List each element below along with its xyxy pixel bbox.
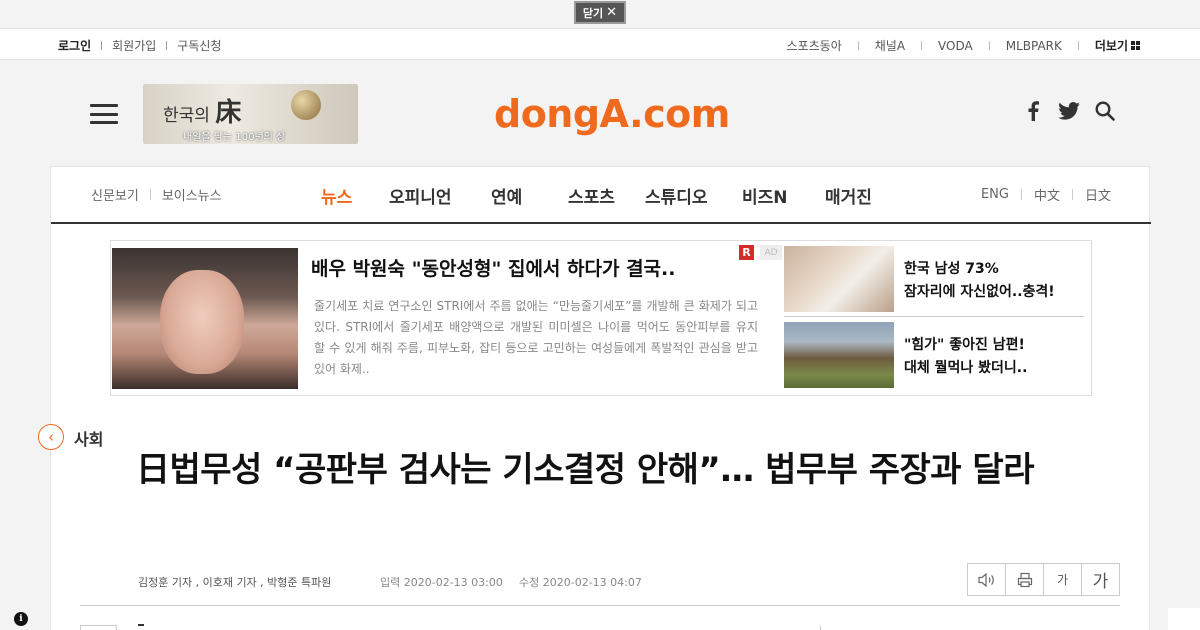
speaker-icon[interactable] — [968, 564, 1006, 595]
ad-side-line1: "힘가" 좋아진 남편! — [904, 337, 1025, 353]
ad-side-item[interactable]: "힘가" 좋아진 남편! 대체 뭘먹나 봤더니.. — [784, 322, 1084, 388]
nav-tab-entertainment[interactable]: 연예 — [491, 183, 522, 208]
side-panel-edge — [1168, 608, 1200, 630]
font-increase-button[interactable]: 가 — [1082, 564, 1119, 595]
ad-side-thumb — [784, 246, 894, 312]
ad-side-item[interactable]: 한국 남성 73% 잠자리에 자신없어..충격! — [784, 246, 1084, 312]
ad-side-line1: 한국 남성 73% — [904, 261, 999, 277]
menu-icon[interactable] — [90, 104, 118, 124]
ad-box: 배우 박원숙 "동안성형" 집에서 하다가 결국.. R AD 줄기세포 치료 … — [110, 240, 1092, 396]
close-icon: ✕ — [606, 5, 618, 20]
below-fold-box — [80, 625, 117, 630]
sportsdonga-link[interactable]: 스포츠동아 — [787, 37, 842, 54]
nav-tab-sports[interactable]: 스포츠 — [568, 183, 615, 208]
ad-side-line2: 대체 뭘먹나 봤더니.. — [904, 360, 1028, 376]
ad-side-thumb — [784, 322, 894, 388]
below-fold-mark — [138, 624, 144, 630]
lang-japanese-link[interactable]: 日文 — [1085, 185, 1111, 204]
print-icon[interactable] — [1006, 564, 1044, 595]
divider — [80, 605, 1120, 606]
font-decrease-button[interactable]: 가 — [1044, 564, 1082, 595]
back-icon[interactable]: ‹ — [38, 424, 64, 450]
grid-icon — [1131, 41, 1140, 50]
info-icon[interactable]: i — [14, 612, 28, 626]
below-fold-divider — [820, 626, 821, 630]
main-container: 신문보기 보이스뉴스 뉴스 오피니언 연예 스포츠 스튜디오 비즈N 매거진 E… — [50, 166, 1151, 630]
subscribe-link[interactable]: 구독신청 — [177, 37, 221, 54]
nav-tab-news[interactable]: 뉴스 — [321, 183, 352, 208]
utility-bar: 로그인 회원가입 구독신청 스포츠동아 채널A VODA MLBPARK 더보기 — [0, 28, 1200, 60]
twitter-icon[interactable] — [1058, 100, 1080, 122]
promo-banner[interactable]: 한국의 床 내일을 담는 100년의 상 — [143, 84, 358, 144]
nav-tab-opinion[interactable]: 오피니언 — [389, 183, 452, 208]
voice-news-link[interactable]: 보이스뉴스 — [162, 185, 222, 204]
channel-a-link[interactable]: 채널A — [875, 37, 905, 54]
mlbpark-link[interactable]: MLBPARK — [1006, 39, 1062, 53]
article-tools: 가 가 — [967, 563, 1120, 596]
close-banner-button[interactable]: 닫기 ✕ — [574, 1, 626, 24]
section-nav: 신문보기 보이스뉴스 뉴스 오피니언 연예 스포츠 스튜디오 비즈N 매거진 E… — [51, 167, 1151, 224]
promo-subtitle: 내일을 담는 100년의 상 — [183, 132, 286, 143]
ad-badge: AD — [760, 245, 782, 260]
site-logo[interactable]: dongA.com — [494, 92, 730, 136]
more-link[interactable]: 더보기 — [1095, 37, 1140, 54]
article-title: 日법무성 “공판부 검사는 기소결정 안해”… 법무부 주장과 달라 — [136, 450, 1035, 490]
nav-tab-studio[interactable]: 스튜디오 — [645, 183, 708, 208]
ad-side-line2: 잠자리에 자신없어..충격! — [904, 284, 1055, 300]
search-icon[interactable] — [1094, 100, 1116, 122]
promo-title: 한국의 床 — [163, 98, 242, 128]
close-banner-label: 닫기 — [582, 6, 604, 20]
facebook-icon[interactable] — [1022, 100, 1044, 122]
voda-link[interactable]: VODA — [938, 39, 973, 53]
lang-chinese-link[interactable]: 中文 — [1034, 185, 1060, 204]
newspaper-view-link[interactable]: 신문보기 — [91, 185, 139, 204]
ad-r-badge: R — [739, 245, 754, 260]
nav-tab-magazine[interactable]: 매거진 — [825, 183, 872, 208]
nav-tab-bizn[interactable]: 비즈N — [742, 183, 788, 208]
ad-main-photo[interactable] — [112, 248, 298, 389]
login-link[interactable]: 로그인 — [58, 37, 91, 54]
promo-bowl-image — [291, 90, 321, 120]
article-byline: 김정훈 기자 , 이호재 기자 , 박형준 특파원 — [138, 576, 332, 589]
lang-eng-link[interactable]: ENG — [981, 187, 1009, 202]
article-edit-time: 수정 2020-02-13 04:07 — [519, 576, 642, 589]
signup-link[interactable]: 회원가입 — [112, 37, 156, 54]
section-label[interactable]: 사회 — [74, 426, 103, 450]
article-input-time: 입력 2020-02-13 03:00 — [380, 576, 503, 589]
more-label: 더보기 — [1094, 39, 1128, 53]
ad-title[interactable]: 배우 박원숙 "동안성형" 집에서 하다가 결국.. — [311, 254, 675, 281]
ad-description[interactable]: 줄기세포 치료 연구소인 STRI에서 주름 없애는 “만능줄기세포”를 개발해… — [314, 296, 758, 380]
